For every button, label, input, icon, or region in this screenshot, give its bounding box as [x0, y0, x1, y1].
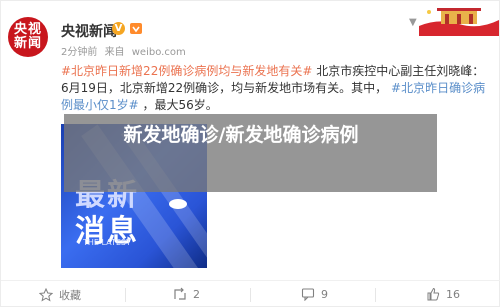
- comment-icon: [301, 288, 315, 301]
- repost-count: 2: [193, 287, 200, 301]
- thumbs-up-icon: [427, 287, 440, 301]
- author-name[interactable]: 央视新闻: [61, 21, 117, 41]
- overlay-title: 新发地确诊/新发地确诊病例: [123, 124, 359, 146]
- decorative-banner: [419, 4, 499, 36]
- repost-button[interactable]: 2: [173, 287, 200, 301]
- post-meta: 2分钟前 来自 weibo.com: [61, 43, 190, 58]
- post-source: weibo.com: [131, 47, 186, 58]
- cctv-logo-icon: [169, 199, 187, 209]
- post-content: #北京昨日新增22例确诊病例均与新发地有关# 北京市疾控中心副主任刘晓峰：6月1…: [61, 63, 491, 114]
- divider: [125, 288, 126, 302]
- favorite-label: 收藏: [59, 289, 81, 302]
- image-caption: THE LATEST: [83, 238, 131, 247]
- post-via: 来自: [104, 47, 125, 58]
- comment-button[interactable]: 9: [301, 287, 328, 301]
- avatar[interactable]: 央视新闻: [8, 17, 48, 57]
- weibo-post-card: 央视新闻 央视新闻 V 2分钟前 来自 weibo.com ▼ #北京昨日新增2…: [0, 0, 500, 307]
- like-button[interactable]: 16: [426, 287, 460, 301]
- post-text: ，最大56岁。: [142, 98, 218, 112]
- repost-icon: [174, 287, 186, 300]
- title-overlay: 新发地确诊/新发地确诊病例: [64, 114, 437, 192]
- star-icon: [39, 288, 53, 302]
- like-count: 16: [446, 287, 460, 301]
- verified-badge-icon: V: [112, 22, 125, 35]
- divider: [250, 288, 251, 302]
- divider: [375, 288, 376, 302]
- avatar-text: 央视新闻: [14, 22, 43, 51]
- comment-count: 9: [321, 287, 328, 301]
- favorite-button[interactable]: 收藏: [39, 287, 81, 303]
- post-time[interactable]: 2分钟前: [61, 47, 97, 58]
- vip-icon: [130, 23, 142, 34]
- action-bar: 收藏 2 9 16: [1, 280, 500, 307]
- chevron-down-icon[interactable]: ▼: [409, 17, 417, 28]
- topic-tag-link[interactable]: #北京昨日新增22例确诊病例均与新发地有关#: [61, 64, 312, 78]
